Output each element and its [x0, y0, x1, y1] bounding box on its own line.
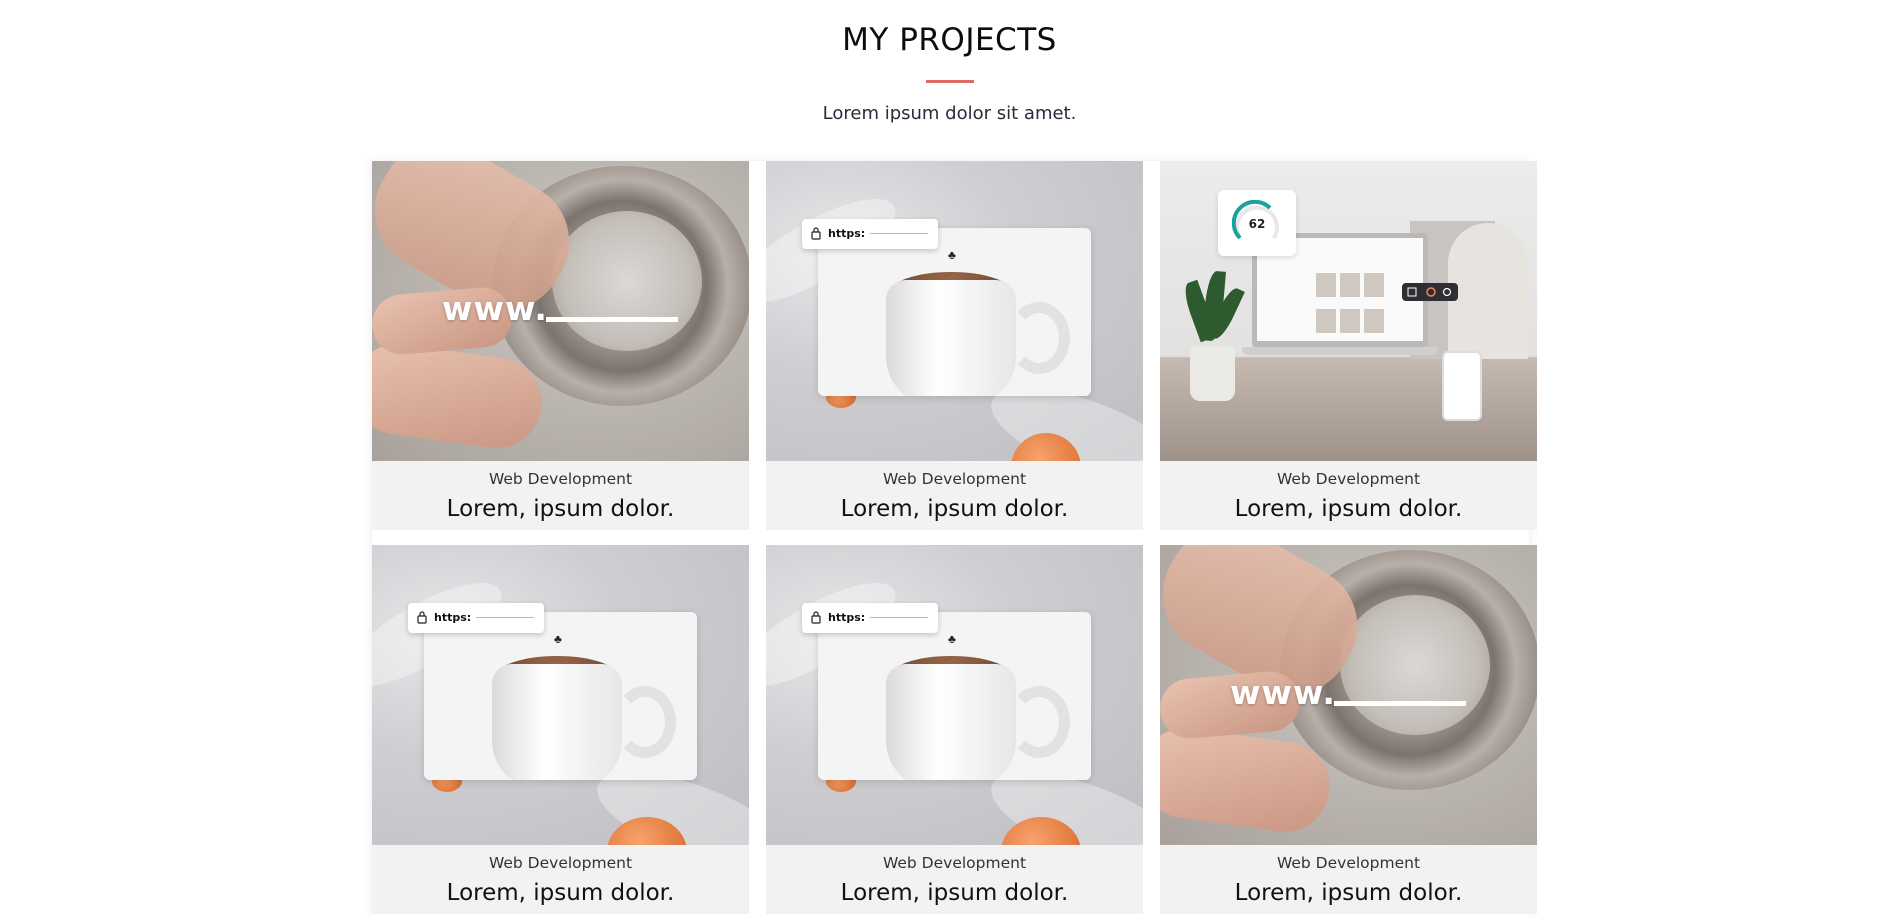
- editor-toolbar: [1402, 283, 1458, 301]
- project-category: Web Development: [1276, 854, 1421, 872]
- project-image-mug[interactable]: ♣ https:: [766, 545, 1143, 845]
- project-card[interactable]: 62 Web Development Lorem, ipsum dolor.: [1160, 161, 1537, 530]
- lock-icon: [811, 611, 821, 624]
- project-name[interactable]: Lorem, ipsum dolor.: [766, 496, 1143, 522]
- project-name[interactable]: Lorem, ipsum dolor.: [1160, 880, 1537, 906]
- section-subtitle: Lorem ipsum dolor sit amet.: [822, 103, 1077, 124]
- image-overlay-text: www.: [1230, 673, 1336, 712]
- url-text: https:: [828, 611, 866, 624]
- project-card[interactable]: ♣ https: Web Development Lorem, ipsum do…: [372, 545, 749, 914]
- project-caption: Web Development Lorem, ipsum dolor.: [372, 461, 749, 530]
- section-title: MY PROJECTS: [842, 22, 1057, 58]
- project-card[interactable]: www. Web Development Lorem, ipsum dolor.: [1160, 545, 1537, 914]
- url-text: https:: [434, 611, 472, 624]
- gauge-widget: 62: [1218, 190, 1296, 256]
- project-category: Web Development: [488, 854, 633, 872]
- project-image-mug[interactable]: ♣ https:: [766, 161, 1143, 461]
- image-overlay-line: [1334, 701, 1466, 706]
- project-caption: Web Development Lorem, ipsum dolor.: [1160, 461, 1537, 530]
- lock-icon: [417, 611, 427, 624]
- project-category: Web Development: [882, 854, 1027, 872]
- gauge-value: 62: [1248, 217, 1266, 231]
- url-bar: https:: [802, 219, 938, 249]
- project-image-pottery[interactable]: www.: [1160, 545, 1537, 845]
- project-name[interactable]: Lorem, ipsum dolor.: [1160, 496, 1537, 522]
- project-category: Web Development: [882, 470, 1027, 488]
- project-category: Web Development: [488, 470, 633, 488]
- project-card[interactable]: www. Web Development Lorem, ipsum dolor.: [372, 161, 749, 530]
- lock-icon: [811, 227, 821, 240]
- url-bar: https:: [802, 603, 938, 633]
- project-caption: Web Development Lorem, ipsum dolor.: [372, 845, 749, 914]
- project-card[interactable]: ♣ https: Web Development Lorem, ipsum do…: [766, 161, 1143, 530]
- project-category: Web Development: [1276, 470, 1421, 488]
- image-overlay-text: www.: [442, 289, 548, 328]
- project-caption: Web Development Lorem, ipsum dolor.: [1160, 845, 1537, 914]
- project-image-pottery[interactable]: www.: [372, 161, 749, 461]
- title-divider: [926, 80, 974, 83]
- project-name[interactable]: Lorem, ipsum dolor.: [372, 880, 749, 906]
- project-caption: Web Development Lorem, ipsum dolor.: [766, 845, 1143, 914]
- project-image-mug[interactable]: ♣ https:: [372, 545, 749, 845]
- project-image-laptop[interactable]: 62: [1160, 161, 1537, 461]
- phone-mockup: [1442, 351, 1482, 421]
- project-name[interactable]: Lorem, ipsum dolor.: [766, 880, 1143, 906]
- url-text: https:: [828, 227, 866, 240]
- project-card[interactable]: ♣ https: Web Development Lorem, ipsum do…: [766, 545, 1143, 914]
- project-caption: Web Development Lorem, ipsum dolor.: [766, 461, 1143, 530]
- projects-grid: www. Web Development Lorem, ipsum dolor.…: [372, 161, 1537, 917]
- url-bar: https:: [408, 603, 544, 633]
- image-overlay-line: [546, 317, 678, 322]
- project-name[interactable]: Lorem, ipsum dolor.: [372, 496, 749, 522]
